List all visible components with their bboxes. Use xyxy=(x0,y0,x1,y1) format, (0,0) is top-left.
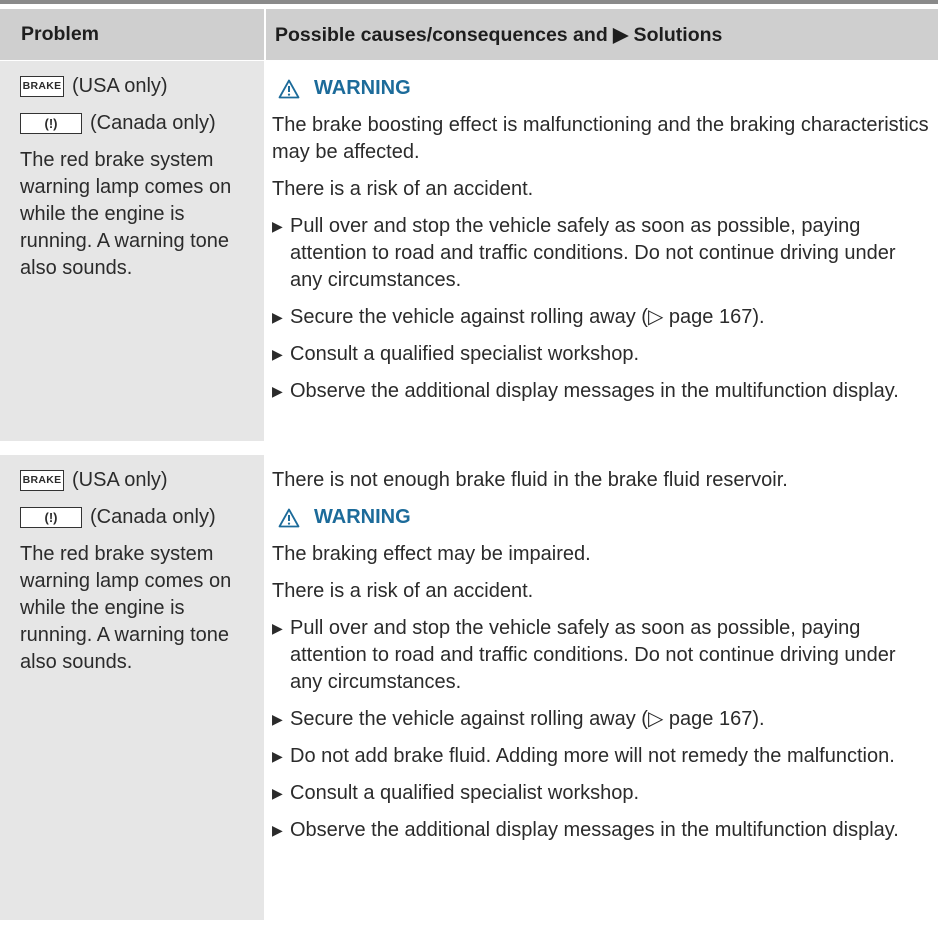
list-item: ▶ Observe the additional display message… xyxy=(272,817,932,844)
list-item: ▶ Consult a qualified specialist worksho… xyxy=(272,780,932,807)
brake-symbol-icon: BRAKE xyxy=(20,76,64,97)
bullet-triangle-icon: ▶ xyxy=(272,309,283,325)
list-item: ▶ Pull over and stop the vehicle safely … xyxy=(272,213,932,294)
warning-heading: WARNING xyxy=(278,75,932,102)
list-item: ▶ Consult a qualified specialist worksho… xyxy=(272,341,932,368)
risk-text: There is a risk of an accident. xyxy=(272,580,534,602)
usa-line: BRAKE (USA only) xyxy=(20,467,258,494)
list-item: ▶ Secure the vehicle against rolling awa… xyxy=(272,706,932,733)
brake-symbol-icon: BRAKE xyxy=(20,470,64,491)
intro-text: There is not enough brake fluid in the b… xyxy=(272,469,788,491)
canada-label: (Canada only) xyxy=(90,112,216,134)
bullet-triangle-icon: ▶ xyxy=(272,822,283,838)
bullet-text: Observe the additional display messages … xyxy=(290,819,899,841)
troubleshooting-table: Problem Possible causes/consequences and… xyxy=(0,9,938,934)
bullet-text: Secure the vehicle against rolling away … xyxy=(290,708,765,730)
bullet-text: Observe the additional display messages … xyxy=(290,380,899,402)
warning-text: The brake boosting effect is malfunction… xyxy=(272,114,929,163)
usa-label: (USA only) xyxy=(72,75,168,97)
list-item: ▶ Pull over and stop the vehicle safely … xyxy=(272,615,932,696)
solution-cell: WARNING The brake boosting effect is mal… xyxy=(264,61,938,453)
header-solutions: Possible causes/consequences and ▶ Solut… xyxy=(264,9,938,60)
warning-heading: WARNING xyxy=(278,504,932,531)
warning-text: The braking effect may be impaired. xyxy=(272,543,591,565)
solution-cell: There is not enough brake fluid in the b… xyxy=(264,455,938,932)
bullet-triangle-icon: ▶ xyxy=(272,218,283,234)
table-header: Problem Possible causes/consequences and… xyxy=(0,9,938,61)
warning-triangle-icon xyxy=(278,508,300,527)
bullet-text: Secure the vehicle against rolling away … xyxy=(290,306,765,328)
list-item: ▶ Do not add brake fluid. Adding more wi… xyxy=(272,743,932,770)
bullet-triangle-icon: ▶ xyxy=(272,711,283,727)
bullet-triangle-icon: ▶ xyxy=(272,785,283,801)
bullet-text: Consult a qualified specialist workshop. xyxy=(290,782,640,804)
problem-description: The red brake system warning lamp comes … xyxy=(20,149,232,279)
bullet-triangle-icon: ▶ xyxy=(272,748,283,764)
canada-line: (!) (Canada only) xyxy=(20,504,258,531)
top-rule xyxy=(0,0,938,4)
list-item: ▶ Observe the additional display message… xyxy=(272,378,932,405)
problem-cell: BRAKE (USA only) (!) (Canada only) The r… xyxy=(0,455,264,920)
bullet-text: Pull over and stop the vehicle safely as… xyxy=(290,215,896,291)
table-row: BRAKE (USA only) (!) (Canada only) The r… xyxy=(0,61,938,455)
bullet-triangle-icon: ▶ xyxy=(272,620,283,636)
warning-label: WARNING xyxy=(314,506,411,528)
risk-text: There is a risk of an accident. xyxy=(272,178,534,200)
canada-label: (Canada only) xyxy=(90,506,216,528)
canada-line: (!) (Canada only) xyxy=(20,110,258,137)
table-row: BRAKE (USA only) (!) (Canada only) The r… xyxy=(0,455,938,934)
bullet-text: Pull over and stop the vehicle safely as… xyxy=(290,617,896,693)
bullet-text: Do not add brake fluid. Adding more will… xyxy=(290,745,895,767)
header-problem: Problem xyxy=(21,23,100,45)
list-item: ▶ Secure the vehicle against rolling awa… xyxy=(272,304,932,331)
usa-label: (USA only) xyxy=(72,469,168,491)
brake-circle-icon: (!) xyxy=(20,507,82,528)
warning-triangle-icon xyxy=(278,79,300,98)
problem-cell: BRAKE (USA only) (!) (Canada only) The r… xyxy=(0,61,264,441)
problem-description: The red brake system warning lamp comes … xyxy=(20,543,232,673)
bullet-triangle-icon: ▶ xyxy=(272,346,283,362)
bullet-triangle-icon: ▶ xyxy=(272,383,283,399)
usa-line: BRAKE (USA only) xyxy=(20,73,258,100)
bullet-text: Consult a qualified specialist workshop. xyxy=(290,343,640,365)
brake-circle-icon: (!) xyxy=(20,113,82,134)
warning-label: WARNING xyxy=(314,77,411,99)
